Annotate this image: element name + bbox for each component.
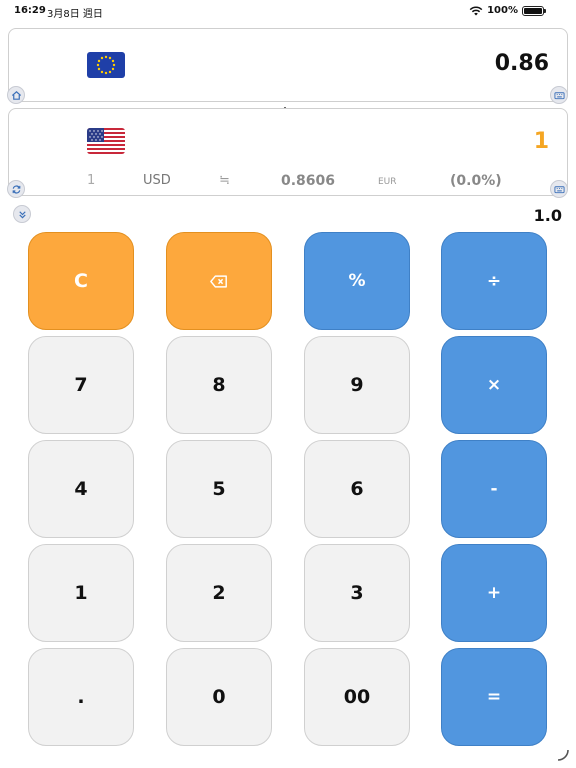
decimal-label: . [77, 686, 85, 708]
keyboard-button-top[interactable] [550, 86, 568, 104]
key-6-label: 6 [350, 478, 364, 500]
multiply-button[interactable]: × [441, 336, 547, 434]
exchange-rate-row: 1 USD ≒ 0.8606 EUR (0.0%) [9, 173, 569, 191]
rate-value: 0.8606 [281, 173, 336, 189]
battery-icon [522, 5, 546, 16]
minus-button[interactable]: - [441, 440, 547, 538]
rate-base-amount: 1 [87, 173, 96, 188]
key-2[interactable]: 2 [166, 544, 272, 642]
key-2-label: 2 [212, 582, 226, 604]
key-00[interactable]: 00 [304, 648, 410, 746]
wifi-icon [469, 5, 483, 15]
divide-label: ÷ [486, 271, 502, 291]
keyboard-icon [553, 185, 565, 193]
chevron-double-down-icon [18, 210, 26, 219]
key-5[interactable]: 5 [166, 440, 272, 538]
rate-from-currency: USD [143, 173, 171, 188]
equals-label: = [486, 687, 502, 707]
clear-button[interactable]: C [28, 232, 134, 330]
battery-percent: 100% [487, 5, 518, 16]
sync-icon [12, 184, 20, 194]
backspace-icon [210, 274, 227, 288]
key-0-label: 0 [212, 686, 226, 708]
key-1[interactable]: 1 [28, 544, 134, 642]
keyboard-button-bottom[interactable] [550, 180, 568, 198]
key-1-label: 1 [74, 582, 88, 604]
multiplier-value: 1.0 [533, 206, 562, 225]
status-time: 16:29 [14, 5, 46, 16]
rate-to-currency: EUR [378, 177, 397, 187]
multiply-label: × [486, 375, 502, 395]
key-4-label: 4 [74, 478, 88, 500]
source-currency-card[interactable]: 1 1 USD ≒ 0.8606 EUR (0.0%) [8, 108, 568, 196]
key-8[interactable]: 8 [166, 336, 272, 434]
key-3-label: 3 [350, 582, 364, 604]
key-9-label: 9 [350, 374, 364, 396]
resize-handle-icon[interactable] [556, 748, 570, 762]
plus-label: + [486, 583, 502, 603]
eu-flag-icon [87, 52, 125, 78]
divide-button[interactable]: ÷ [441, 232, 547, 330]
us-flag-icon [87, 128, 125, 154]
key-5-label: 5 [212, 478, 226, 500]
plus-button[interactable]: + [441, 544, 547, 642]
home-button[interactable] [7, 86, 25, 104]
percent-button[interactable]: % [304, 232, 410, 330]
expand-button[interactable] [13, 205, 31, 223]
key-7-label: 7 [74, 374, 88, 396]
key-6[interactable]: 6 [304, 440, 410, 538]
equals-button[interactable]: = [441, 648, 547, 746]
clear-label: C [74, 270, 88, 292]
rate-change: (0.0%) [450, 173, 502, 189]
key-4[interactable]: 4 [28, 440, 134, 538]
target-currency-card[interactable]: 0.86 [8, 28, 568, 102]
key-3[interactable]: 3 [304, 544, 410, 642]
home-icon [11, 90, 21, 100]
key-00-label: 00 [343, 686, 371, 708]
status-right: 100% [469, 5, 546, 16]
sync-rates-button[interactable] [7, 180, 25, 198]
key-7[interactable]: 7 [28, 336, 134, 434]
backspace-button[interactable] [166, 232, 272, 330]
rate-approx-symbol: ≒ [219, 173, 230, 188]
decimal-button[interactable]: . [28, 648, 134, 746]
percent-label: % [348, 271, 366, 291]
source-amount: 1 [533, 129, 549, 154]
minus-label: - [490, 479, 498, 499]
key-9[interactable]: 9 [304, 336, 410, 434]
keyboard-icon [553, 91, 565, 99]
key-8-label: 8 [212, 374, 226, 396]
key-0[interactable]: 0 [166, 648, 272, 746]
status-bar: 16:29 3月8日 週日 100% [0, 0, 576, 22]
target-amount: 0.86 [494, 51, 549, 76]
status-date: 3月8日 週日 [47, 9, 103, 20]
